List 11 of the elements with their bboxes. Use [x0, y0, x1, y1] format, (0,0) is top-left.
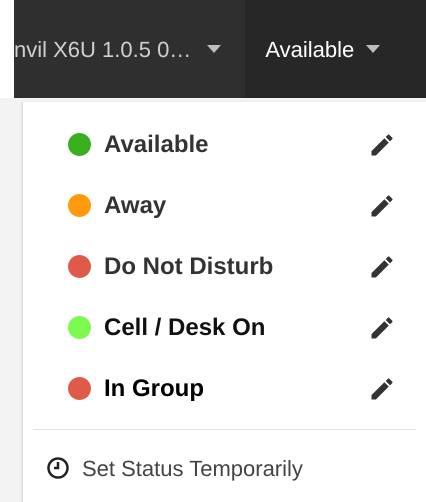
- status-option[interactable]: Cell / Desk On: [23, 297, 426, 358]
- caret-icon: [366, 45, 380, 53]
- caret-icon: [207, 45, 222, 53]
- status-dropdown[interactable]: Available: [245, 0, 426, 98]
- clock-icon: [46, 456, 70, 480]
- status-option[interactable]: Away: [23, 175, 426, 236]
- status-option[interactable]: In Group: [23, 358, 426, 419]
- device-dropdown[interactable]: nvil X6U 1.0.5 0…: [14, 0, 246, 98]
- set-status-temporarily-link[interactable]: Set Status Temporarily: [23, 430, 426, 502]
- status-option[interactable]: Do Not Disturb: [23, 236, 426, 297]
- status-option[interactable]: Available: [23, 114, 426, 175]
